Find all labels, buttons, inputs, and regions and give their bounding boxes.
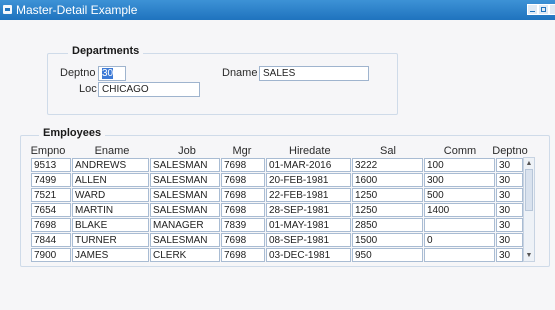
cell-deptno[interactable]: 30: [496, 248, 523, 262]
cell-deptno[interactable]: 30: [496, 158, 523, 172]
cell-ename[interactable]: MARTIN: [72, 203, 149, 217]
cell-comm[interactable]: [424, 218, 495, 232]
column-header-job: Job: [178, 145, 196, 157]
app-icon: [3, 5, 12, 14]
departments-title: Departments: [68, 45, 144, 57]
cell-ename[interactable]: JAMES: [72, 248, 149, 262]
cell-sal[interactable]: 2850: [352, 218, 423, 232]
cell-ename[interactable]: ANDREWS: [72, 158, 149, 172]
cell-job[interactable]: SALESMAN: [150, 233, 220, 247]
cell-hiredate[interactable]: 22-FEB-1981: [266, 188, 351, 202]
cell-mgr[interactable]: 7698: [221, 188, 265, 202]
cell-comm[interactable]: 300: [424, 173, 495, 187]
column-header-hiredate: Hiredate: [289, 145, 331, 157]
cell-ename[interactable]: WARD: [72, 188, 149, 202]
column-header-ename: Ename: [94, 145, 130, 157]
scroll-down-icon[interactable]: ▼: [525, 251, 533, 260]
cell-ename[interactable]: TURNER: [72, 233, 149, 247]
employees-scrollbar[interactable]: ▲ ▼: [523, 157, 535, 262]
cell-mgr[interactable]: 7839: [221, 218, 265, 232]
cell-hiredate[interactable]: 03-DEC-1981: [266, 248, 351, 262]
cell-job[interactable]: SALESMAN: [150, 188, 220, 202]
cell-empno[interactable]: 7844: [31, 233, 71, 247]
cell-sal[interactable]: 3222: [352, 158, 423, 172]
cell-job[interactable]: SALESMAN: [150, 158, 220, 172]
cell-comm[interactable]: 100: [424, 158, 495, 172]
cell-job[interactable]: SALESMAN: [150, 203, 220, 217]
cell-hiredate[interactable]: 01-MAR-2016: [266, 158, 351, 172]
cell-deptno[interactable]: 30: [496, 218, 523, 232]
employees-title: Employees: [39, 127, 106, 139]
column-header-deptno: Deptno: [492, 145, 528, 157]
cell-mgr[interactable]: 7698: [221, 233, 265, 247]
loc-label: Loc: [79, 83, 97, 95]
column-header-mgr: Mgr: [232, 145, 252, 157]
scroll-up-icon[interactable]: ▲: [525, 159, 533, 168]
column-header-comm: Comm: [443, 145, 477, 157]
cell-comm[interactable]: 500: [424, 188, 495, 202]
cell-hiredate[interactable]: 20-FEB-1981: [266, 173, 351, 187]
cell-mgr[interactable]: 7698: [221, 158, 265, 172]
cell-sal[interactable]: 1500: [352, 233, 423, 247]
deptno-label: Deptno: [60, 67, 96, 79]
loc-field[interactable]: CHICAGO: [98, 82, 200, 97]
cell-empno[interactable]: 7900: [31, 248, 71, 262]
cell-ename[interactable]: BLAKE: [72, 218, 149, 232]
deptno-field[interactable]: 30: [98, 66, 126, 81]
cell-mgr[interactable]: 7698: [221, 203, 265, 217]
cell-empno[interactable]: 7654: [31, 203, 71, 217]
cell-hiredate[interactable]: 28-SEP-1981: [266, 203, 351, 217]
maximize-button[interactable]: [538, 4, 549, 15]
cell-comm[interactable]: 1400: [424, 203, 495, 217]
dname-label: Dname: [222, 67, 258, 79]
cell-mgr[interactable]: 7698: [221, 173, 265, 187]
cell-ename[interactable]: ALLEN: [72, 173, 149, 187]
cell-empno[interactable]: 9513: [31, 158, 71, 172]
cell-hiredate[interactable]: 01-MAY-1981: [266, 218, 351, 232]
cell-empno[interactable]: 7698: [31, 218, 71, 232]
window-title: Master-Detail Example: [16, 3, 138, 17]
close-button[interactable]: [549, 4, 555, 15]
cell-comm[interactable]: [424, 248, 495, 262]
column-header-empno: Empno: [30, 145, 66, 157]
cell-job[interactable]: SALESMAN: [150, 173, 220, 187]
cell-deptno[interactable]: 30: [496, 233, 523, 247]
cell-mgr[interactable]: 7698: [221, 248, 265, 262]
cell-job[interactable]: MANAGER: [150, 218, 220, 232]
dname-field[interactable]: SALES: [259, 66, 369, 81]
cell-sal[interactable]: 1600: [352, 173, 423, 187]
deptno-value: 30: [102, 68, 114, 79]
cell-deptno[interactable]: 30: [496, 188, 523, 202]
cell-sal[interactable]: 1250: [352, 188, 423, 202]
cell-empno[interactable]: 7521: [31, 188, 71, 202]
column-header-sal: Sal: [380, 145, 396, 157]
cell-deptno[interactable]: 30: [496, 173, 523, 187]
scroll-thumb[interactable]: [525, 169, 533, 211]
cell-empno[interactable]: 7499: [31, 173, 71, 187]
cell-deptno[interactable]: 30: [496, 203, 523, 217]
minimize-button[interactable]: [527, 4, 538, 15]
cell-sal[interactable]: 1250: [352, 203, 423, 217]
cell-job[interactable]: CLERK: [150, 248, 220, 262]
cell-sal[interactable]: 950: [352, 248, 423, 262]
title-bar: Master-Detail Example: [0, 0, 555, 20]
cell-hiredate[interactable]: 08-SEP-1981: [266, 233, 351, 247]
cell-comm[interactable]: 0: [424, 233, 495, 247]
